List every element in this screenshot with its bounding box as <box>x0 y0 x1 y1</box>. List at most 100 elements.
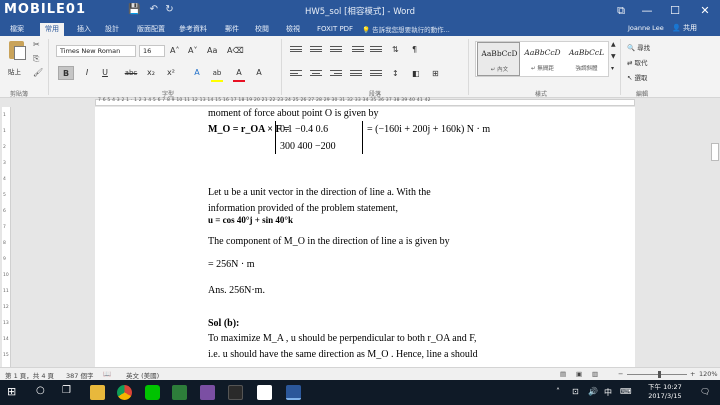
determinant-bar-left <box>275 121 276 154</box>
file-explorer-icon[interactable] <box>90 385 105 400</box>
style-no-spacing[interactable]: AaBbCcD ↵ 無間距 <box>521 42 564 76</box>
page-count[interactable]: 第 1 頁，共 4 頁 <box>5 370 54 380</box>
tab-references[interactable]: 參考資料 <box>174 23 212 36</box>
language-indicator[interactable]: 英文 (美國) <box>126 370 159 380</box>
strikethrough-button[interactable]: abc <box>122 66 140 80</box>
tab-home[interactable]: 常用 <box>40 23 64 36</box>
grow-font-icon[interactable]: A˄ <box>170 46 179 55</box>
decrease-indent-icon[interactable] <box>352 46 364 55</box>
align-center-icon[interactable] <box>310 70 322 79</box>
vertical-ruler[interactable]: 1 1 2 3 4 5 6 7 8 9 10 11 12 13 14 15 <box>2 107 11 367</box>
tab-view[interactable]: 檢視 <box>281 23 305 36</box>
vertical-scrollbar[interactable] <box>710 107 720 367</box>
tell-me-search[interactable]: 💡 告訴我您想要執行的動作... <box>362 24 450 34</box>
line-icon[interactable] <box>145 385 160 400</box>
volume-icon[interactable]: 🔊 <box>588 387 598 396</box>
ime-indicator[interactable]: 中 <box>604 387 612 398</box>
zoom-slider[interactable] <box>627 374 687 375</box>
style-emphasis[interactable]: AaBbCcL 強調斜體 <box>565 42 608 76</box>
cut-icon[interactable]: ✂ <box>33 40 40 49</box>
proofing-icon[interactable]: 📖 <box>103 370 111 378</box>
zoom-level[interactable]: 120% <box>699 370 718 378</box>
clear-format-icon[interactable]: A⌫ <box>227 46 244 55</box>
align-right-icon[interactable] <box>330 70 342 79</box>
clipboard-group-label: 剪貼簿 <box>10 91 29 98</box>
multilevel-list-icon[interactable] <box>330 46 342 55</box>
bold-button[interactable]: B <box>58 66 74 80</box>
chrome-icon[interactable] <box>117 385 132 400</box>
char-shading-icon[interactable]: A <box>252 66 266 80</box>
highlight-button[interactable]: ab <box>210 66 224 80</box>
change-case-icon[interactable]: Aa <box>207 46 217 55</box>
show-marks-icon[interactable]: ¶ <box>412 45 417 54</box>
user-name[interactable]: Joanne Lee <box>628 24 664 32</box>
tab-insert[interactable]: 插入 <box>72 23 96 36</box>
format-painter-icon[interactable]: 🖌 <box>33 68 43 77</box>
tray-chevron-icon[interactable]: ˄ <box>556 387 560 396</box>
task-view-icon[interactable]: ❐ <box>62 385 71 396</box>
font-name-box[interactable]: Times New Roman <box>56 45 136 57</box>
word-window: MOBILE01 💾 ↶ ↻ HW5_sol [相容模式] - Word ⧉ —… <box>0 0 720 405</box>
doc-equation-lhs: M_O = r_OA × F = <box>208 124 290 135</box>
windows-start-icon[interactable]: ⊞ <box>7 385 16 398</box>
styles-more-icon[interactable]: ▾ <box>611 65 614 72</box>
numbering-icon[interactable] <box>310 46 322 55</box>
select-button[interactable]: ↖ 選取 <box>627 72 648 82</box>
style-normal[interactable]: AaBbCcD ↵ 內文 <box>477 42 520 76</box>
maximize-button[interactable]: ☐ <box>660 0 690 22</box>
print-layout-icon[interactable]: ▣ <box>576 370 582 378</box>
italic-button[interactable]: I <box>80 66 94 80</box>
tab-layout[interactable]: 版面配置 <box>132 23 170 36</box>
input-method-icon[interactable]: ⌨ <box>620 387 632 396</box>
replace-button[interactable]: ⇄ 取代 <box>627 57 648 67</box>
share-button[interactable]: 👤 共用 <box>672 23 697 33</box>
distributed-icon[interactable] <box>370 70 382 79</box>
borders-icon[interactable]: ⊞ <box>432 69 439 78</box>
line-spacing-icon[interactable]: ↕ <box>392 69 399 78</box>
bullets-icon[interactable] <box>290 46 302 55</box>
document-page[interactable]: moment of force about point O is given b… <box>95 107 635 367</box>
shrink-font-icon[interactable]: A˅ <box>188 46 197 55</box>
superscript-button[interactable]: x² <box>164 66 178 80</box>
paste-button[interactable] <box>6 39 28 61</box>
solitaire-icon[interactable] <box>257 385 272 400</box>
zoom-slider-knob[interactable] <box>658 371 661 378</box>
tab-design[interactable]: 設計 <box>100 23 124 36</box>
web-layout-icon[interactable]: ▥ <box>592 370 598 378</box>
shading-icon[interactable]: ◧ <box>412 69 420 78</box>
tab-file[interactable]: 檔案 <box>5 23 29 36</box>
align-left-icon[interactable] <box>290 70 302 79</box>
text-effects-icon[interactable]: A <box>190 66 204 80</box>
sort-icon[interactable]: ⇅ <box>392 45 399 54</box>
system-clock[interactable]: 下午 10:27 2017/3/15 <box>648 383 682 401</box>
styles-scroll-up-icon[interactable]: ▲ <box>611 41 616 48</box>
read-mode-icon[interactable]: ▤ <box>560 370 566 378</box>
find-button[interactable]: 🔍 尋找 <box>627 42 650 52</box>
close-button[interactable]: ✕ <box>690 0 720 22</box>
zoom-out-button[interactable]: − <box>618 370 623 378</box>
scroll-thumb[interactable] <box>711 143 719 161</box>
editing-group-label: 編輯 <box>636 91 649 98</box>
increase-indent-icon[interactable] <box>370 46 382 55</box>
spreadsheet-icon[interactable] <box>172 385 187 400</box>
horizontal-ruler[interactable]: 7 6 5 4 3 2 1 · 1 2 3 4 5 6 7 8 9 10 11 … <box>0 98 720 107</box>
search-circle-icon[interactable]: ○ <box>36 385 45 396</box>
copy-icon[interactable]: ⎘ <box>33 54 39 64</box>
font-color-button[interactable]: A <box>232 66 246 80</box>
zoom-in-button[interactable]: + <box>690 370 695 378</box>
subscript-button[interactable]: x₂ <box>144 66 158 80</box>
network-icon[interactable]: ⊡ <box>572 387 579 396</box>
tab-mailings[interactable]: 郵件 <box>220 23 244 36</box>
underline-button[interactable]: U <box>98 66 112 80</box>
word-taskbar-icon[interactable] <box>286 385 301 400</box>
minimize-button[interactable]: — <box>632 0 662 22</box>
notification-icon[interactable]: 🗨 <box>700 387 710 396</box>
justify-icon[interactable] <box>350 70 362 79</box>
tab-review[interactable]: 校閱 <box>250 23 274 36</box>
font-size-box[interactable]: 16 <box>139 45 165 57</box>
tab-foxit-pdf[interactable]: FOXIT PDF <box>312 23 358 36</box>
styles-scroll-down-icon[interactable]: ▼ <box>611 53 616 60</box>
app-icon[interactable] <box>200 385 215 400</box>
word-count[interactable]: 387 個字 <box>66 370 93 380</box>
media-icon[interactable] <box>228 385 243 400</box>
